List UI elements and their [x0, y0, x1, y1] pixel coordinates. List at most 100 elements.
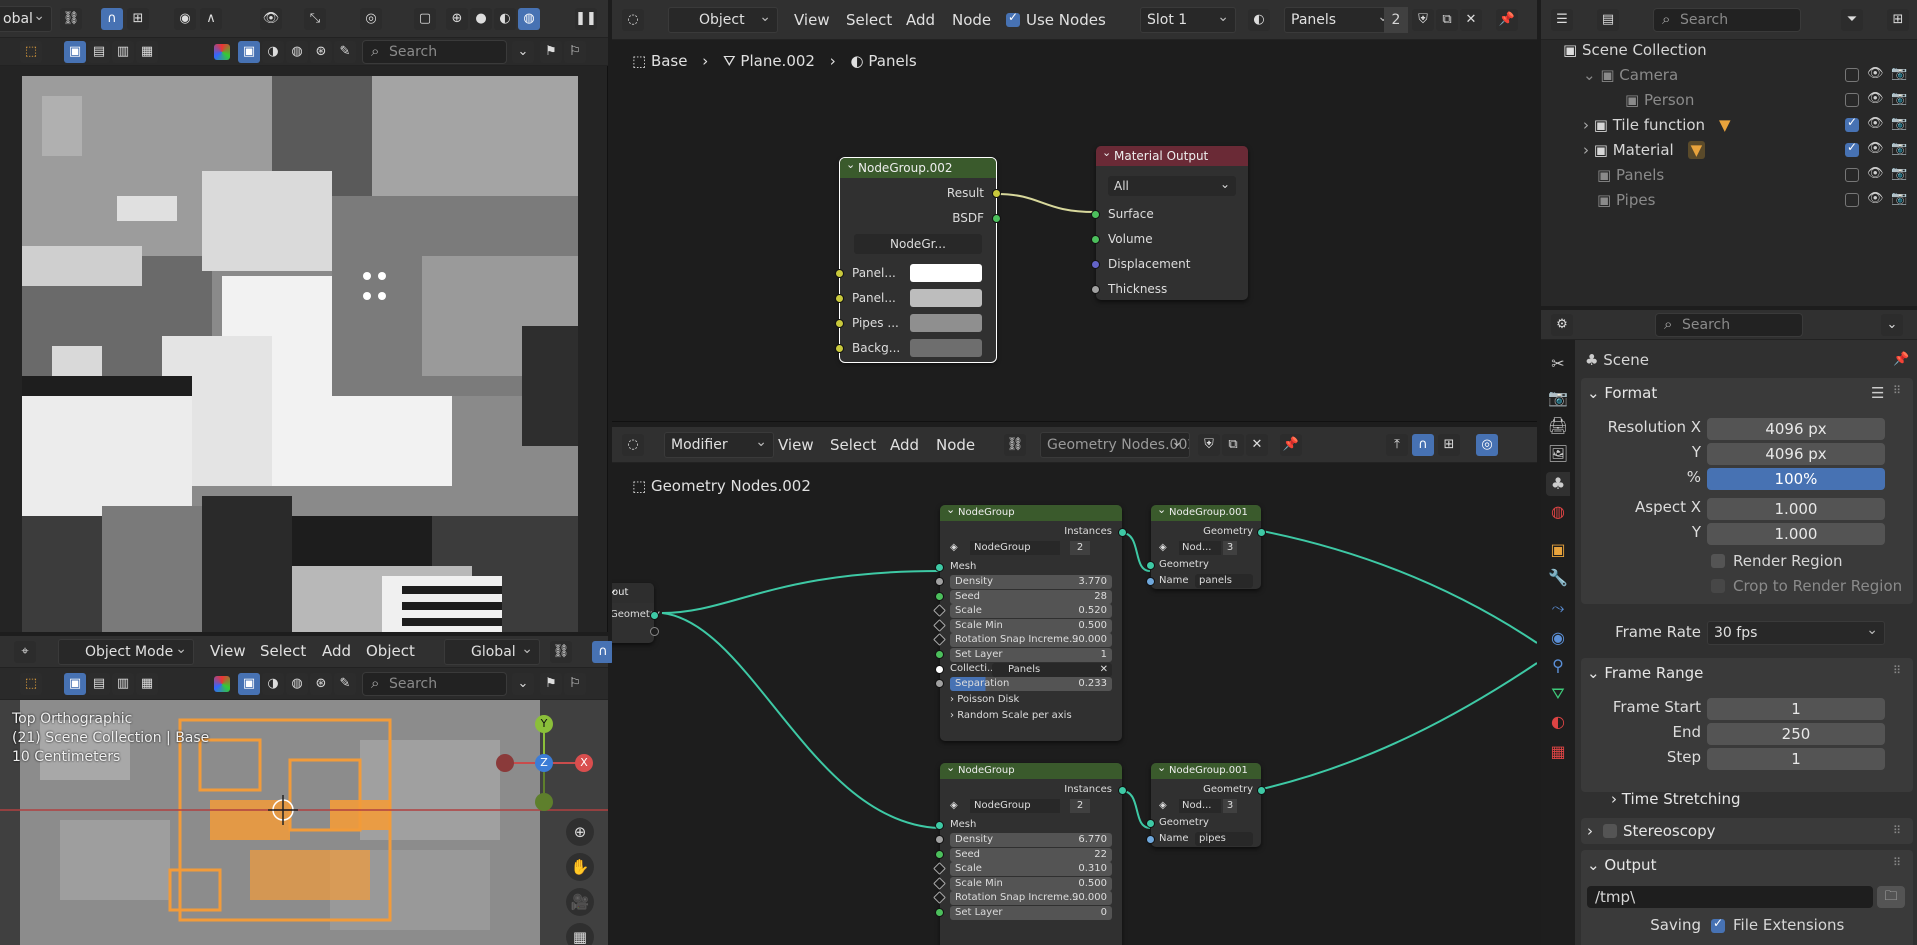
stereoscopy-checkbox[interactable]	[1603, 824, 1617, 838]
material-output-header[interactable]: Material Output	[1096, 143, 1248, 166]
resolution-x-field[interactable]: 4096 px	[1707, 418, 1885, 440]
displacement-socket[interactable]	[1091, 260, 1100, 269]
material-user-count[interactable]: 2	[1384, 7, 1408, 33]
render-tab-icon[interactable]: 📷	[1546, 386, 1570, 410]
panels-field[interactable]: Seed 28	[950, 589, 1112, 604]
viewport-bookmark-icon[interactable]: ⚑	[540, 673, 562, 695]
shader-node-canvas[interactable]: ⬚ Base › ⛛ Plane.002 › ◐ Panels NodeGrou…	[612, 40, 1537, 422]
frame-range-drag-icon[interactable]: ⠿	[1893, 664, 1901, 677]
input-background-socket[interactable]	[835, 344, 844, 353]
group-input-geometry-socket[interactable]	[650, 611, 659, 620]
exclude-checkbox[interactable]	[1845, 68, 1859, 82]
exclude-checkbox[interactable]	[1845, 93, 1859, 107]
panels-group-selector[interactable]: ◈ NodeGroup 2	[950, 541, 1114, 555]
material-browse-icon[interactable]: ◐	[1248, 9, 1270, 31]
pipes-group-selector[interactable]: ◈ NodeGroup 2	[950, 799, 1114, 813]
use-nodes-checkbox[interactable]	[1006, 10, 1020, 27]
material-shading-icon[interactable]: ◐	[494, 8, 516, 30]
select-cursor-icon[interactable]: ⬚	[20, 41, 42, 63]
parent-node-tree-icon[interactable]: ⤒	[1386, 434, 1408, 456]
crop-region-checkbox[interactable]	[1711, 579, 1725, 593]
render-camera-icon[interactable]: 📷	[1891, 116, 1907, 131]
viewport-mode-globe-icon[interactable]: ◍	[286, 673, 308, 695]
stereoscopy-drag-icon[interactable]: ⠿	[1893, 824, 1901, 837]
pipes-field[interactable]: Set Layer 0	[950, 906, 1112, 920]
grid-view-icon[interactable]: ▦	[566, 923, 594, 945]
c-geometry-in-socket[interactable]	[1146, 561, 1155, 570]
outliner-row-camera[interactable]: ⌄ ▣ Camera	[1583, 65, 1678, 85]
viewport-magnet-icon[interactable]: ∩	[592, 641, 614, 663]
d-name-field[interactable]: pipes	[1195, 832, 1253, 846]
properties-search-input[interactable]: Search	[1655, 313, 1803, 337]
nodegroup-001-panels-node[interactable]: NodeGroup.001 Geometry ◈ Nod... 3 Geomet…	[1146, 502, 1266, 589]
select-invert-icon[interactable]: ▦	[136, 41, 158, 63]
c-geometry-out-socket[interactable]	[1257, 528, 1266, 537]
viewport-color-icon[interactable]	[214, 676, 230, 692]
viewport-mode-object-icon[interactable]: ▣	[238, 673, 260, 695]
geometry-tree-field[interactable]: Geometry Nodes.002	[1040, 432, 1190, 458]
material-name-field[interactable]: Panels	[1284, 7, 1396, 33]
resolution-percent-field[interactable]: 100%	[1707, 468, 1885, 490]
proportional-icon[interactable]: ◉	[174, 8, 196, 30]
select-box-icon[interactable]: ▣	[64, 41, 86, 63]
properties-pin-icon[interactable]: 📌	[1893, 352, 1909, 367]
visibility-eye-icon[interactable]: 👁	[1867, 191, 1884, 206]
geometry-menu-select[interactable]: Select	[830, 436, 876, 454]
data-tab-icon[interactable]: ⛛	[1546, 682, 1570, 706]
c-name-socket[interactable]	[1146, 577, 1155, 586]
xray-icon[interactable]: ▢	[414, 8, 436, 30]
viewport-select-invert-icon[interactable]: ▦	[136, 673, 158, 695]
shader-menu-select[interactable]: Select	[846, 11, 892, 29]
outliner-row-person[interactable]: ▣ Person	[1625, 90, 1694, 110]
nodegroup-panels-node[interactable]: NodeGroup Instances ◈ NodeGroup 2 Mesh C…	[933, 502, 1127, 741]
panels-collection-field[interactable]: Panels ✕	[992, 663, 1112, 677]
nodegroup-pipes-node[interactable]: NodeGroup Instances ◈ NodeGroup 2 Mesh D…	[933, 760, 1127, 945]
texture-tab-icon[interactable]: ▦	[1546, 740, 1570, 764]
geometry-node-canvas[interactable]: ⬚ Geometry Nodes.002 out Geometry NodeGr…	[612, 463, 1537, 945]
panels-field-socket[interactable]	[935, 577, 944, 586]
panels-subpanel-poisson[interactable]: › Poisson Disk	[950, 694, 1019, 705]
geometry-snap-icon[interactable]: ∩	[1412, 434, 1434, 456]
input-background-color[interactable]	[910, 339, 982, 357]
mode-world-icon[interactable]: ⊛	[310, 41, 332, 63]
render-camera-icon[interactable]: 📷	[1891, 166, 1907, 181]
nodegroup-001-panels-header[interactable]: NodeGroup.001	[1151, 502, 1261, 521]
collection-clear-icon[interactable]: ✕	[1100, 663, 1108, 677]
panels-field[interactable]: Scale Min 0.500	[950, 618, 1112, 633]
input-pipes-color[interactable]	[910, 314, 982, 332]
falloff-icon[interactable]: ∧	[200, 8, 222, 30]
output-path-field[interactable]: /tmp\	[1587, 886, 1873, 908]
viewport-select-box-icon[interactable]: ▣	[64, 673, 86, 695]
slot-dropdown[interactable]: Slot 1	[1140, 7, 1236, 33]
d-geometry-out-socket[interactable]	[1257, 786, 1266, 795]
group-input-empty-socket[interactable]	[650, 627, 659, 636]
output-tab-icon[interactable]: 🖨	[1546, 414, 1570, 438]
editor-type-icon[interactable]: ⌖	[14, 641, 36, 663]
properties-editor-type-icon[interactable]: ⚙	[1551, 314, 1573, 336]
group-input-header[interactable]: out	[612, 580, 654, 603]
constraints-tab-icon[interactable]: ⚲	[1546, 654, 1570, 678]
viewport-search-input[interactable]: Search	[362, 672, 507, 696]
exclude-checkbox[interactable]	[1845, 193, 1859, 207]
d-name-socket[interactable]	[1146, 835, 1155, 844]
object-tab-icon[interactable]: ▣	[1546, 538, 1570, 562]
panels-field[interactable]: Set Layer 1	[950, 648, 1112, 662]
geometry-menu-node[interactable]: Node	[936, 436, 975, 454]
viewport-menu-select[interactable]: Select	[260, 642, 306, 660]
exclude-checkbox[interactable]	[1845, 115, 1859, 132]
viewport-menu-object[interactable]: Object	[366, 642, 415, 660]
viewport-menu-add[interactable]: Add	[322, 642, 351, 660]
solid-shading-icon[interactable]: ●	[470, 8, 492, 30]
file-extensions-checkbox[interactable]	[1711, 916, 1725, 933]
outliner-search-input[interactable]: Search	[1653, 8, 1801, 32]
outliner-editor-type-icon[interactable]: ☰	[1551, 9, 1573, 31]
shader-menu-node[interactable]: Node	[952, 11, 991, 29]
viewport-filter-icon[interactable]: ⌄	[512, 673, 534, 695]
panels-field-socket[interactable]	[935, 650, 944, 659]
nodegroup-panels-header[interactable]: NodeGroup	[940, 502, 1122, 521]
viewport-select-subtract-icon[interactable]: ▥	[112, 673, 134, 695]
material-output-node[interactable]: Material Output All⌄ Surface Volume Disp…	[1091, 143, 1248, 300]
panels-instances-socket[interactable]	[1118, 528, 1127, 537]
outliner-row-scene-collection[interactable]: ▣ Scene Collection	[1563, 40, 1707, 60]
view-layer-tab-icon[interactable]: 🖼	[1546, 442, 1570, 466]
